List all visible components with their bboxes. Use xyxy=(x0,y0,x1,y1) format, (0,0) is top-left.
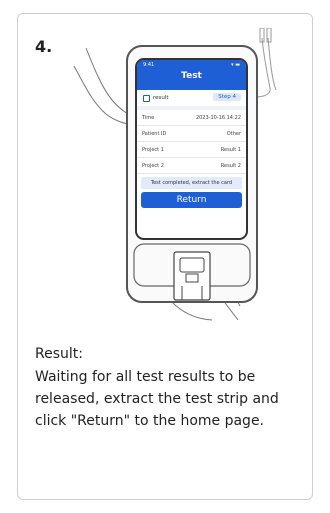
info-label: Project 1 xyxy=(142,146,164,153)
status-message: Test completed, extract the card xyxy=(141,177,242,189)
app-title: Test xyxy=(181,71,202,81)
step-tag: Step 4 xyxy=(213,93,241,101)
info-value: Result 1 xyxy=(220,146,241,153)
result-heading: Result: xyxy=(35,346,83,362)
status-time: 9:41 xyxy=(143,62,155,68)
info-value: Result 2 xyxy=(220,162,241,169)
info-label: Project 2 xyxy=(142,162,164,169)
result-label: result xyxy=(153,95,169,101)
app-header: 9:41 ▾ ▬ Test xyxy=(137,60,246,90)
info-row-patient-id: Patient ID Other xyxy=(137,126,246,142)
info-row-time: Time 2023-10-16 14:22 xyxy=(137,110,246,126)
info-row-project-2: Project 2 Result 2 xyxy=(137,158,246,174)
info-label: Time xyxy=(142,114,155,121)
result-icon xyxy=(143,94,150,102)
status-icons: ▾ ▬ xyxy=(231,62,240,68)
strip-slot-illustration xyxy=(133,243,251,301)
return-button[interactable]: Return xyxy=(141,192,242,208)
info-label: Patient ID xyxy=(142,130,167,137)
step-number: 4. xyxy=(35,37,53,56)
info-value: Other xyxy=(226,130,241,137)
info-value: 2023-10-16 14:22 xyxy=(195,114,241,121)
result-description: Waiting for all test results to be relea… xyxy=(35,369,279,429)
device-screen: 9:41 ▾ ▬ Test result Step 4 Time 2023-10… xyxy=(135,58,248,240)
result-row: result Step 4 xyxy=(137,90,246,106)
info-row-project-1: Project 1 Result 1 xyxy=(137,142,246,158)
